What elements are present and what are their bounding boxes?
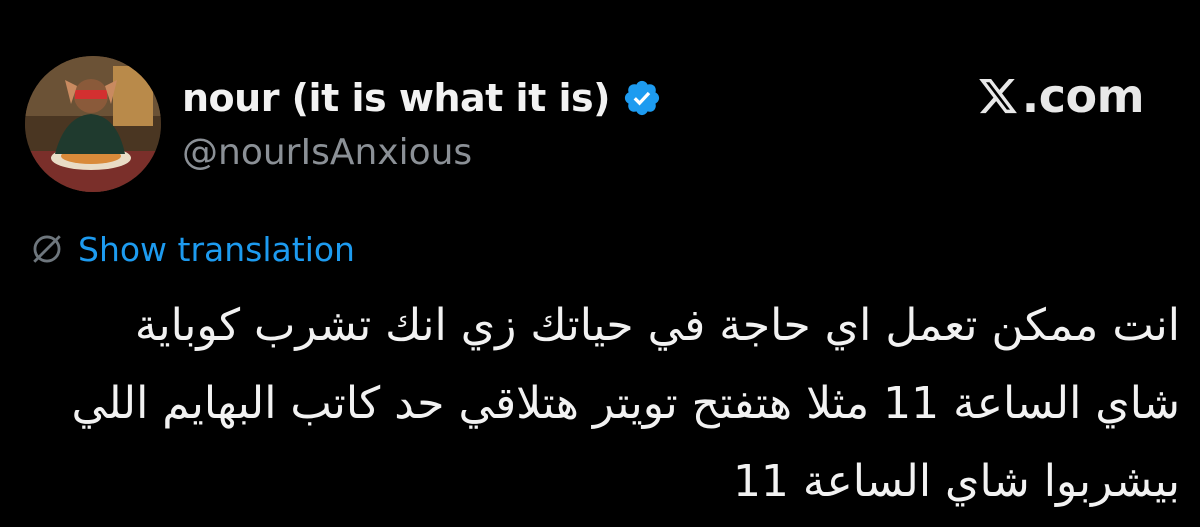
show-translation-link[interactable]: Show translation (78, 230, 355, 269)
tweet-text: انت ممكن تعمل اي حاجة في حياتك زي انك تش… (20, 287, 1180, 521)
globe-slash-icon (33, 235, 61, 263)
avatar-image (25, 56, 161, 192)
tweet-card: nour (it is what it is) @nourIsAnxious .… (0, 0, 1200, 527)
tweet-line: شاي الساعة 11 مثلا هتفتح تويتر هتلاقي حد… (71, 378, 1180, 429)
display-name[interactable]: nour (it is what it is) (182, 76, 610, 120)
avatar[interactable] (25, 56, 161, 192)
x-logo-icon (978, 78, 1017, 114)
user-handle[interactable]: @nourIsAnxious (182, 132, 662, 173)
translation-row[interactable]: Show translation (30, 226, 355, 272)
tweet-line: انت ممكن تعمل اي حاجة في حياتك زي انك تش… (134, 300, 1180, 351)
tweet-line: بيشربوا شاي الساعة 11 (732, 456, 1180, 507)
brand-domain: .com (1021, 69, 1145, 123)
name-row: nour (it is what it is) (182, 70, 662, 126)
brand[interactable]: .com (976, 68, 1145, 124)
verified-badge-icon (624, 80, 660, 116)
author-info: nour (it is what it is) @nourIsAnxious (182, 70, 662, 173)
